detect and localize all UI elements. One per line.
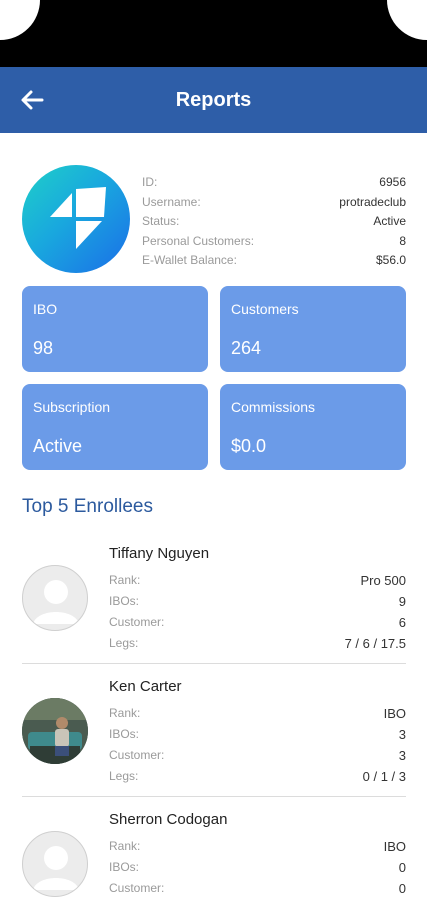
profile-value: 8 bbox=[399, 233, 406, 248]
detail-value: Pro 500 bbox=[360, 573, 406, 588]
status-bar bbox=[0, 0, 427, 67]
enrollee-ibos-row: IBOs: 3 bbox=[109, 724, 406, 745]
customers-card-value: 264 bbox=[231, 338, 262, 358]
enrollee-customer-row: Customer: 3 bbox=[109, 745, 406, 766]
enrollee-details: Rank: Pro 500 IBOs: 9 Customer: 6 Legs: … bbox=[109, 570, 406, 654]
profile-row-username: Username: protradeclub bbox=[142, 193, 406, 213]
enrollee-customer-row: Customer: 0 bbox=[109, 878, 406, 899]
detail-label: Rank: bbox=[109, 839, 141, 853]
detail-value: 9 bbox=[398, 594, 406, 609]
detail-label: Customer: bbox=[109, 615, 165, 629]
profile-value: $56.0 bbox=[375, 253, 406, 267]
profile-row-id: ID: 6956 bbox=[142, 173, 406, 193]
person-placeholder-icon bbox=[22, 565, 88, 631]
enrollee-list-item[interactable]: Sherron Codogan Rank: IBO IBOs: 0 Custom… bbox=[0, 806, 427, 900]
profile-label: E-Wallet Balance: bbox=[142, 253, 237, 267]
screen-corner-left bbox=[0, 0, 40, 40]
profile-label: Personal Customers: bbox=[142, 233, 255, 248]
enrollee-legs-row: Legs: 7 / 6 / 17.5 bbox=[109, 633, 406, 654]
subscription-card[interactable]: Subscription Active bbox=[22, 384, 208, 470]
detail-value: 3 bbox=[398, 727, 406, 742]
company-logo bbox=[22, 165, 130, 273]
enrollee-details: Rank: IBO IBOs: 3 Customer: 3 Legs: 0 / … bbox=[109, 703, 406, 787]
enrollee-list-item[interactable]: Tiffany Nguyen Rank: Pro 500 IBOs: 9 Cus… bbox=[0, 540, 427, 672]
enrollee-rank-row: Rank: Pro 500 bbox=[109, 570, 406, 591]
enrollee-customer-row: Customer: 6 bbox=[109, 612, 406, 633]
profile-value: 6956 bbox=[379, 175, 406, 189]
enrollee-details: Rank: IBO IBOs: 0 Customer: 0 bbox=[109, 836, 406, 899]
enrollee-ibos-row: IBOs: 9 bbox=[109, 591, 406, 612]
profile-value: Active bbox=[373, 214, 406, 228]
list-divider bbox=[22, 796, 406, 797]
profile-row-personal-customers: Personal Customers: 8 bbox=[142, 232, 406, 252]
ibo-card[interactable]: IBO 98 bbox=[22, 286, 208, 372]
ibo-card-value: 98 bbox=[33, 338, 54, 358]
ibo-card-label: IBO bbox=[33, 301, 58, 317]
enrollee-rank-row: Rank: IBO bbox=[109, 703, 406, 724]
back-arrow-icon[interactable] bbox=[20, 89, 44, 111]
detail-value: 7 / 6 / 17.5 bbox=[344, 636, 406, 651]
profile-label: Username: bbox=[142, 194, 201, 209]
commissions-card-label: Commissions bbox=[231, 399, 316, 415]
profile-info: ID: 6956 Username: protradeclub Status: … bbox=[142, 173, 406, 271]
enrollee-rank-row: Rank: IBO bbox=[109, 836, 406, 857]
person-placeholder-icon bbox=[22, 831, 88, 897]
commissions-card[interactable]: Commissions $0.0 bbox=[220, 384, 406, 470]
profile-summary: ID: 6956 Username: protradeclub Status: … bbox=[0, 165, 427, 277]
detail-label: Rank: bbox=[109, 706, 141, 720]
enrollees-section-title: Top 5 Enrollees bbox=[22, 496, 153, 517]
detail-value: 6 bbox=[398, 615, 406, 630]
enrollee-list-item[interactable]: Ken Carter Rank: IBO IBOs: 3 Customer: 3… bbox=[0, 673, 427, 805]
enrollee-name: Ken Carter bbox=[109, 678, 182, 695]
subscription-card-value: Active bbox=[33, 436, 83, 456]
enrollee-ibos-row: IBOs: 0 bbox=[109, 857, 406, 878]
list-divider bbox=[22, 663, 406, 664]
detail-label: Customer: bbox=[109, 881, 165, 895]
profile-row-ewallet-balance: E-Wallet Balance: $56.0 bbox=[142, 251, 406, 271]
detail-value: 0 / 1 / 3 bbox=[362, 769, 406, 784]
commissions-card-value: $0.0 bbox=[231, 436, 267, 456]
enrollee-legs-row: Legs: 0 / 1 / 3 bbox=[109, 766, 406, 787]
profile-label: ID: bbox=[142, 175, 158, 189]
detail-label: Legs: bbox=[109, 636, 139, 650]
detail-value: IBO bbox=[383, 839, 406, 854]
app-header: Reports bbox=[0, 67, 427, 133]
detail-value: 3 bbox=[398, 748, 406, 763]
enrollee-name: Sherron Codogan bbox=[109, 811, 228, 828]
detail-label: IBOs: bbox=[109, 860, 140, 874]
page-title: Reports bbox=[175, 88, 252, 111]
detail-label: IBOs: bbox=[109, 727, 140, 741]
detail-value: 0 bbox=[398, 881, 406, 896]
profile-label: Status: bbox=[142, 214, 180, 228]
customers-card[interactable]: Customers 264 bbox=[220, 286, 406, 372]
screen-corner-right bbox=[387, 0, 427, 40]
detail-label: IBOs: bbox=[109, 594, 140, 608]
user-photo bbox=[22, 698, 88, 764]
detail-value: IBO bbox=[383, 706, 406, 721]
customers-card-label: Customers bbox=[231, 301, 299, 317]
profile-row-status: Status: Active bbox=[142, 212, 406, 232]
detail-label: Customer: bbox=[109, 748, 165, 762]
detail-value: 0 bbox=[398, 860, 406, 875]
detail-label: Rank: bbox=[109, 573, 141, 587]
detail-label: Legs: bbox=[109, 769, 139, 783]
profile-value: protradeclub bbox=[339, 194, 406, 209]
enrollee-name: Tiffany Nguyen bbox=[109, 545, 210, 562]
subscription-card-label: Subscription bbox=[33, 399, 111, 415]
